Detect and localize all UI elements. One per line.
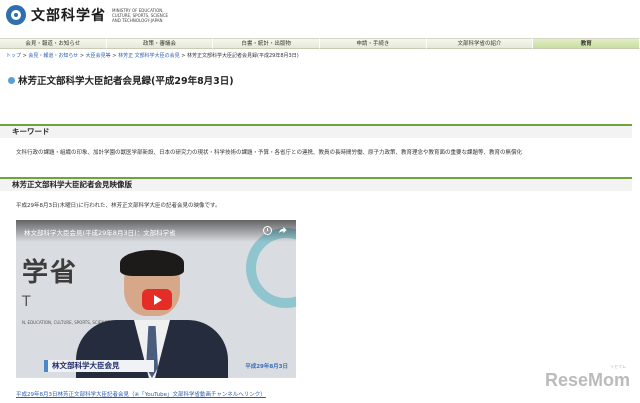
breadcrumb-press[interactable]: 会見・報道・お知らせ <box>28 53 78 59</box>
breadcrumb: トップ > 会見・報道・お知らせ > 大臣会見等 > 林芳正 文部科学大臣の会見… <box>6 52 299 59</box>
breadcrumb-minister-conferences[interactable]: 大臣会見等 <box>86 53 111 59</box>
video-section-heading: 林芳正文部科学大臣記者会見映像版 <box>0 177 632 191</box>
breadcrumb-separator: > <box>78 53 86 59</box>
youtube-channel-link[interactable]: 平成29年8月3日林芳正文部科学大臣記者会見（※「YouTube」文部科学省動画… <box>16 390 266 398</box>
nav-item-press[interactable]: 会見・報道・お知らせ <box>0 38 107 49</box>
page-title: 林芳正文部科学大臣記者会見録(平成29年8月3日) <box>8 73 234 87</box>
resemom-watermark: ReseMom <box>544 370 630 390</box>
backdrop-letter: T <box>22 294 31 310</box>
nav-item-publications[interactable]: 白書・統計・出版物 <box>213 38 321 49</box>
mext-logo[interactable]: 文部科学省 MINISTRY OF EDUCATION, CULTURE, SP… <box>6 5 172 25</box>
breadcrumb-top[interactable]: トップ <box>6 53 21 59</box>
video-description: 平成29年8月3日(木曜日)に行われた、林芳正文部科学大臣の記者会見の映像です。 <box>16 203 221 209</box>
title-bullet-icon <box>8 76 15 84</box>
video-caption: 林文部科学大臣会見 <box>44 360 154 372</box>
mext-emblem-icon <box>6 5 26 25</box>
video-date-overlay: 平成29年8月3日 <box>245 364 288 370</box>
share-icon[interactable] <box>278 226 287 235</box>
nav-item-about[interactable]: 文部科学省の紹介 <box>426 38 534 49</box>
global-nav: 会見・報道・お知らせ 政策・審議会 白書・統計・出版物 申請・手続き 文部科学省… <box>0 38 640 49</box>
breadcrumb-separator: > <box>179 53 188 59</box>
nav-item-policy[interactable]: 政策・審議会 <box>106 38 214 49</box>
video-title[interactable]: 林文部科学大臣会見(平成29年8月3日)：文部科学省 <box>24 227 176 237</box>
keywords-heading: キーワード <box>0 124 632 138</box>
speaker-image <box>72 250 232 378</box>
page-title-text: 林芳正文部科学大臣記者会見録(平成29年8月3日) <box>18 76 234 87</box>
breadcrumb-hayashi-conferences[interactable]: 林芳正 文部科学大臣の会見 <box>118 53 180 59</box>
youtube-video-player[interactable]: 学省 T N, EDUCATION, CULTURE, SPORTS, SCIE… <box>16 220 296 378</box>
nav-item-education[interactable]: 教育 <box>533 38 640 49</box>
breadcrumb-separator: > <box>110 53 119 59</box>
site-header: 文部科学省 MINISTRY OF EDUCATION, CULTURE, SP… <box>0 0 640 36</box>
play-button[interactable] <box>142 289 172 310</box>
nav-item-applications[interactable]: 申請・手続き <box>320 38 427 49</box>
breadcrumb-current: 林芳正文部科学大臣記者会見録(平成29年8月3日) <box>187 53 299 59</box>
logo-text: 文部科学省 <box>31 8 106 24</box>
backdrop-text: 学省 <box>22 258 79 288</box>
watch-later-icon[interactable] <box>263 226 272 235</box>
keywords-text: 文科行政の課題・組織の印象、加計学園の獣医学部新設、日本の研究力の現状・科学技術… <box>16 150 522 156</box>
logo-english-text: MINISTRY OF EDUCATION, CULTURE, SPORTS, … <box>112 7 169 23</box>
